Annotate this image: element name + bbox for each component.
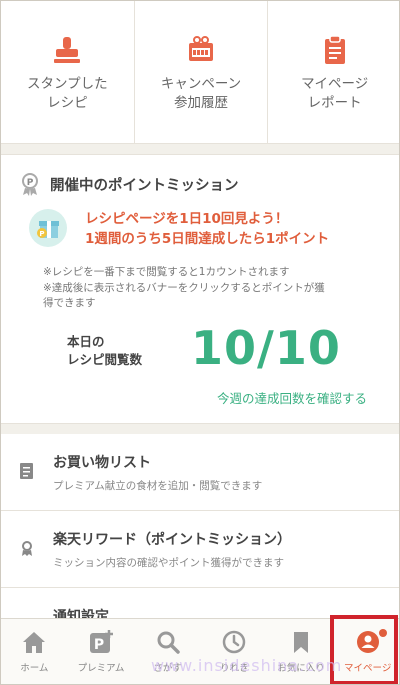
- list-item-title: 楽天リワード（ポイントミッション）: [53, 532, 291, 548]
- gift-point-icon: P: [29, 209, 67, 247]
- menu-label: マイページ レポート: [301, 76, 369, 111]
- divider: [1, 144, 399, 154]
- list-item-shopping-list[interactable]: お買い物リスト プレミアム献立の食材を追加・閲覧できます: [1, 434, 399, 511]
- mission-note: ※レシピを一番下まで閲覧すると1カウントされます ※達成後に表示されるバナーをク…: [43, 266, 325, 309]
- divider: [1, 424, 399, 434]
- nav-search[interactable]: さがす: [134, 619, 201, 684]
- bookmark-icon: [294, 632, 309, 653]
- list-item-subtitle: ミッション内容の確認やポイント獲得ができます: [53, 557, 284, 569]
- svg-text:P: P: [39, 230, 44, 238]
- view-count-value: 10/10: [191, 321, 341, 375]
- settings-list: お買い物リスト プレミアム献立の食材を追加・閲覧できます 楽天リワード（ポイント…: [1, 434, 399, 628]
- menu-label: スタンプした レシピ: [27, 76, 108, 111]
- list-item-rakuten-reward[interactable]: 楽天リワード（ポイントミッション） ミッション内容の確認やポイント獲得ができます: [1, 511, 399, 588]
- menu-label: キャンペーン 参加履歴: [160, 76, 242, 111]
- svg-text:P: P: [27, 178, 34, 188]
- gift-box-icon: [189, 36, 213, 61]
- top-menu-grid: スタンプした レシピ キャンペーン 参加履歴 マイページ レポート: [1, 1, 399, 144]
- menu-mypage-report[interactable]: マイページ レポート: [268, 1, 399, 143]
- document-icon: [20, 463, 33, 479]
- search-icon: [157, 631, 180, 654]
- nav-label: ホーム: [20, 663, 49, 674]
- clipboard-icon: [324, 35, 345, 64]
- nav-history[interactable]: りれき: [201, 619, 268, 684]
- nav-premium[interactable]: P プレミアム: [68, 619, 135, 684]
- weekly-achievement-link[interactable]: 今週の達成回数を確認する: [217, 388, 367, 407]
- point-medal-icon: P: [22, 173, 38, 196]
- list-item-subtitle: プレミアム献立の食材を追加・閲覧できます: [53, 480, 263, 492]
- nav-home[interactable]: ホーム: [1, 619, 68, 684]
- nav-favorites[interactable]: お気に入り: [268, 619, 335, 684]
- medal-icon: [22, 541, 32, 556]
- stamp-icon: [54, 37, 81, 63]
- menu-stamped-recipes[interactable]: スタンプした レシピ: [1, 1, 135, 143]
- premium-icon: P: [90, 630, 113, 653]
- clock-icon: [223, 630, 246, 654]
- mission-title: レシピページを1日10回見よう！ 1週間のうち5日間達成したら1ポイント: [85, 211, 330, 247]
- view-count-label: 本日の レシピ閲覧数: [67, 334, 143, 367]
- menu-campaign-history[interactable]: キャンペーン 参加履歴: [135, 1, 269, 143]
- mission-heading: P 開催中のポイントミッション: [17, 171, 239, 197]
- svg-text:P: P: [94, 637, 104, 653]
- list-item-title: お買い物リスト: [53, 455, 151, 471]
- app-screen: スタンプした レシピ キャンペーン 参加履歴 マイページ レポート P 開催中の…: [0, 0, 400, 685]
- point-mission-card: P 開催中のポイントミッション P レシピページを1日10回見よう！ 1週間のう…: [1, 154, 399, 424]
- watermark: www.insideshina.com: [151, 656, 343, 675]
- nav-label: プレミアム: [77, 663, 125, 674]
- home-icon: [23, 632, 46, 653]
- mission-heading-text: 開催中のポイントミッション: [50, 177, 239, 194]
